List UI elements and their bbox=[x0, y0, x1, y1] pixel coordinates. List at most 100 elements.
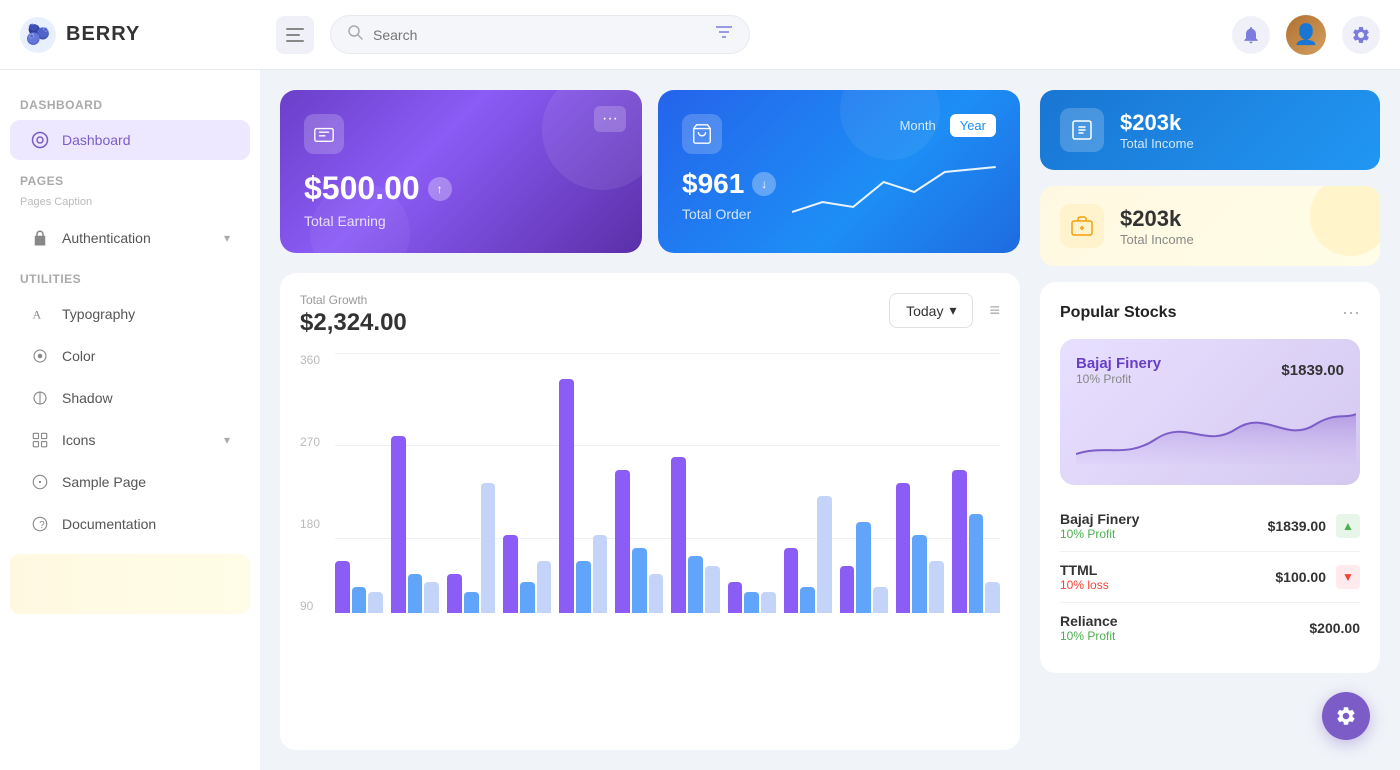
earning-card: ··· $500.00 ↑ Total Earning bbox=[280, 90, 642, 253]
utilities-section-title: Utilities bbox=[0, 260, 260, 292]
sidebar-item-color[interactable]: Color bbox=[10, 336, 250, 376]
sample-page-label: Sample Page bbox=[62, 474, 146, 490]
dashboard-label: Dashboard bbox=[62, 132, 131, 148]
pages-caption: Pages Caption bbox=[0, 194, 260, 216]
bar bbox=[335, 561, 350, 613]
notification-button[interactable] bbox=[1232, 16, 1270, 54]
chart-bars bbox=[335, 353, 1000, 613]
dashboard-section-title: Dashboard bbox=[0, 86, 260, 118]
logo-text: BERRY bbox=[66, 23, 140, 46]
bar bbox=[593, 535, 608, 613]
bar bbox=[520, 582, 535, 613]
sidebar-bottom-banner bbox=[10, 554, 250, 614]
bar bbox=[424, 582, 439, 613]
bar bbox=[873, 587, 888, 613]
order-wave-chart bbox=[792, 162, 996, 222]
stock-right-reliance: $200.00 bbox=[1309, 620, 1360, 636]
stocks-title: Popular Stocks bbox=[1060, 304, 1176, 322]
bar bbox=[817, 496, 832, 613]
bar-group-1 bbox=[335, 353, 383, 613]
stock-name-ttml: TTML bbox=[1060, 562, 1109, 578]
bar-group-9 bbox=[784, 353, 832, 613]
stock-row-ttml: TTML 10% loss $100.00 ▼ bbox=[1060, 552, 1360, 603]
bar-group-2 bbox=[391, 353, 439, 613]
main-content: ··· $500.00 ↑ Total Earning bbox=[260, 70, 1400, 770]
sidebar-item-typography[interactable]: A Typography bbox=[10, 294, 250, 334]
today-button[interactable]: Today ▾ bbox=[889, 293, 973, 328]
chart-menu-button[interactable]: ≡ bbox=[989, 300, 1000, 321]
sidebar-item-dashboard[interactable]: Dashboard bbox=[10, 120, 250, 160]
sidebar-item-sample-page[interactable]: Sample Page bbox=[10, 462, 250, 502]
featured-stock-chart bbox=[1076, 394, 1356, 464]
order-label: Total Order bbox=[682, 206, 776, 222]
bar-group-3 bbox=[447, 353, 495, 613]
stocks-header: Popular Stocks ··· bbox=[1060, 302, 1360, 323]
filter-icon[interactable] bbox=[715, 24, 733, 45]
earning-card-menu[interactable]: ··· bbox=[594, 106, 626, 132]
order-trend-icon: ↓ bbox=[752, 172, 776, 196]
income-blue-icon bbox=[1060, 108, 1104, 152]
sidebar-item-authentication[interactable]: Authentication ▾ bbox=[10, 218, 250, 258]
stocks-menu-button[interactable]: ··· bbox=[1342, 302, 1360, 323]
trend-up-icon-bajaj: ▲ bbox=[1336, 514, 1360, 538]
logo-icon: 🫐 bbox=[20, 17, 56, 53]
sidebar-item-icons[interactable]: Icons ▾ bbox=[10, 420, 250, 460]
typography-icon: A bbox=[30, 304, 50, 324]
bar bbox=[912, 535, 927, 613]
featured-stock-price: $1839.00 bbox=[1281, 362, 1344, 379]
order-chart-area: $961 ↓ Total Order bbox=[682, 162, 996, 222]
income-blue-amount: $203k bbox=[1120, 110, 1194, 136]
bar bbox=[559, 379, 574, 613]
featured-stock-name: Bajaj Finery bbox=[1076, 355, 1161, 372]
bar bbox=[896, 483, 911, 613]
auth-chevron: ▾ bbox=[224, 231, 230, 245]
bar bbox=[929, 561, 944, 613]
month-button[interactable]: Month bbox=[890, 114, 946, 137]
search-input[interactable] bbox=[373, 27, 705, 43]
order-top: Month Year bbox=[682, 114, 996, 154]
stock-right-bajaj: $1839.00 ▲ bbox=[1268, 514, 1360, 538]
sidebar: Dashboard Dashboard Pages Pages Caption … bbox=[0, 70, 260, 770]
svg-text:A: A bbox=[33, 308, 42, 322]
bar bbox=[671, 457, 686, 613]
bar bbox=[688, 556, 703, 613]
right-income-blue-card: $203k Total Income bbox=[1040, 90, 1380, 170]
income-yellow-label: Total Income bbox=[1120, 232, 1194, 247]
year-button[interactable]: Year bbox=[950, 114, 996, 137]
search-bar bbox=[330, 15, 750, 54]
bar-group-7 bbox=[671, 353, 719, 613]
featured-stock-left: Bajaj Finery 10% Profit bbox=[1076, 355, 1161, 386]
income-blue-info: $203k Total Income bbox=[1120, 110, 1194, 151]
order-card-icon bbox=[682, 114, 722, 154]
bar bbox=[649, 574, 664, 613]
logo-area: 🫐 BERRY bbox=[20, 17, 260, 53]
icons-chevron: ▾ bbox=[224, 433, 230, 447]
svg-text:?: ? bbox=[39, 520, 45, 531]
income-blue-label: Total Income bbox=[1120, 136, 1194, 151]
chart-area: 360 270 180 90 bbox=[300, 353, 1000, 633]
user-avatar[interactable]: 👤 bbox=[1286, 15, 1326, 55]
menu-button[interactable] bbox=[276, 16, 314, 54]
bar bbox=[615, 470, 630, 613]
main-left: ··· $500.00 ↑ Total Earning bbox=[280, 90, 1020, 750]
bar bbox=[985, 582, 1000, 613]
stock-price-bajaj: $1839.00 bbox=[1268, 518, 1326, 534]
stock-row-bajaj: Bajaj Finery 10% Profit $1839.00 ▲ bbox=[1060, 501, 1360, 552]
sidebar-item-documentation[interactable]: ? Documentation bbox=[10, 504, 250, 544]
sidebar-item-shadow[interactable]: Shadow bbox=[10, 378, 250, 418]
settings-button[interactable] bbox=[1342, 16, 1380, 54]
stock-info-reliance: Reliance 10% Profit bbox=[1060, 613, 1118, 643]
order-card: Month Year $961 ↓ Total Order bbox=[658, 90, 1020, 253]
fab-settings-button[interactable] bbox=[1322, 692, 1370, 740]
chart-title-area: Total Growth $2,324.00 bbox=[300, 293, 407, 337]
stock-profit-reliance: 10% Profit bbox=[1060, 629, 1118, 643]
earning-label: Total Earning bbox=[304, 213, 618, 229]
bar bbox=[503, 535, 518, 613]
bar bbox=[969, 514, 984, 613]
bar-group-8 bbox=[728, 353, 776, 613]
featured-stock-card: Bajaj Finery 10% Profit $1839.00 bbox=[1060, 339, 1360, 485]
bar-group-6 bbox=[615, 353, 663, 613]
bar bbox=[856, 522, 871, 613]
shadow-label: Shadow bbox=[62, 390, 113, 406]
bar-group-5 bbox=[559, 353, 607, 613]
